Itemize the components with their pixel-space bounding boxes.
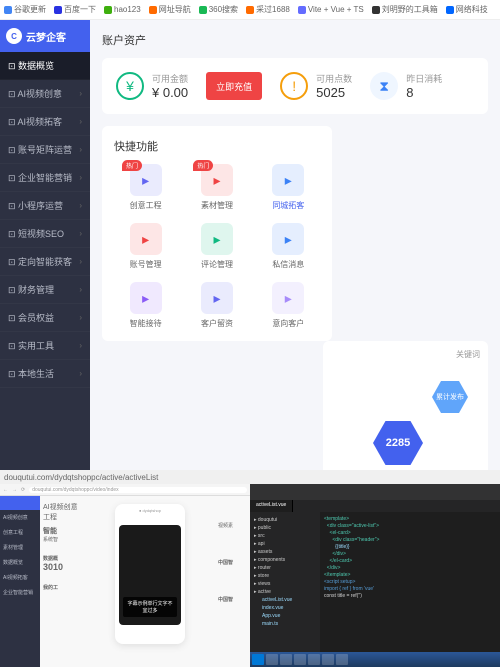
logo[interactable]: C 云梦企客 xyxy=(0,20,90,52)
quick-item[interactable]: 热门▸创意工程 xyxy=(114,164,177,211)
bookmark-item[interactable]: 百度一下 xyxy=(54,4,96,15)
bookmark-item[interactable]: 360搜索 xyxy=(199,4,238,15)
quick-item[interactable]: ▸评论管理 xyxy=(185,223,248,270)
nav-item[interactable]: ⊡ 账号矩阵运营› xyxy=(0,136,90,164)
nav-item[interactable]: ⊡ 实用工具› xyxy=(0,332,90,360)
recharge-button[interactable]: 立即充值 xyxy=(206,72,262,100)
taskbar-icon[interactable] xyxy=(266,654,278,665)
quick-item[interactable]: ▸客户留资 xyxy=(185,282,248,329)
account-title: 账户资产 xyxy=(102,32,488,48)
nav-item[interactable]: ⊡ 短视频SEO› xyxy=(0,220,90,248)
start-button[interactable] xyxy=(252,654,264,665)
quick-item[interactable]: ▸意向客户 xyxy=(257,282,320,329)
logo-icon: C xyxy=(6,28,22,44)
nav-item[interactable]: ⊡ 小程序运营› xyxy=(0,192,90,220)
quick-item[interactable]: 热门▸素材管理 xyxy=(185,164,248,211)
nav-item[interactable]: ⊡ 定向智能获客› xyxy=(0,248,90,276)
points-icon: ! xyxy=(280,72,308,100)
phone-preview: ● dydqtshop 字幕示例单行文字不宜过多 xyxy=(115,504,185,644)
points-value: 5025 xyxy=(316,85,352,100)
taskbar-icon[interactable] xyxy=(308,654,320,665)
vscode-titlebar xyxy=(250,484,500,500)
nav-item[interactable]: ⊡ 数据概览 xyxy=(0,52,90,80)
hex-cumulative: 累计发布 xyxy=(432,381,468,413)
nav-item[interactable]: ⊡ AI视频创意› xyxy=(0,80,90,108)
balance-value: ¥ 0.00 xyxy=(152,85,188,100)
quick-item[interactable]: ▸账号管理 xyxy=(114,223,177,270)
bookmark-item[interactable]: Vite + Vue + TS xyxy=(298,5,364,14)
quick-item[interactable]: ▸智能接待 xyxy=(114,282,177,329)
bookmark-item[interactable]: hao123 xyxy=(104,5,141,14)
quick-item[interactable]: ▸同城拓客 xyxy=(257,164,320,211)
bookmark-item[interactable]: 谷歌更新 xyxy=(4,4,46,15)
nav-item[interactable]: ⊡ 本地生活› xyxy=(0,360,90,388)
editor-tab[interactable]: activeList.vue xyxy=(250,500,293,512)
status-url: douqutui.com/dydqtshoppc/active/activeLi… xyxy=(0,470,500,484)
caption-preview: 字幕示例单行文字不宜过多 xyxy=(123,597,177,617)
mini-browser-bar: ←→⟳douqutui.com/dydqtshoppc/video/index xyxy=(0,484,250,496)
nav-item[interactable]: ⊡ 财务管理› xyxy=(0,276,90,304)
file-explorer[interactable]: ▸ douqutui▸ public▸ src▸ api▸ assets▸ co… xyxy=(250,512,320,652)
taskbar-icon[interactable] xyxy=(322,654,334,665)
stats-card: ¥ 可用金额 ¥ 0.00 立即充值 ! 可用点数 5025 ⧗ 昨日消耗 8 xyxy=(102,58,488,114)
sidebar: C 云梦企客 ⊡ 数据概览⊡ AI视频创意›⊡ AI视频拓客›⊡ 账号矩阵运营›… xyxy=(0,20,90,470)
mini-sidebar: AI视频创意创意工程素材管理数据概览AI视频拓客企业智能营销 xyxy=(0,496,40,667)
data-visualization: 关键词 累计发布 2285 今日发布 0 抖 小程序数量 xyxy=(323,341,488,470)
wallet-icon: ¥ xyxy=(116,72,144,100)
bookmark-item[interactable]: 网络科技 xyxy=(446,4,488,15)
hourglass-icon: ⧗ xyxy=(370,72,398,100)
taskbar-icon[interactable] xyxy=(294,654,306,665)
nav-item[interactable]: ⊡ 企业智能营销› xyxy=(0,164,90,192)
main-content: 账户资产 ¥ 可用金额 ¥ 0.00 立即充值 ! 可用点数 5025 ⧗ xyxy=(90,20,500,470)
bookmark-bar: 谷歌更新 百度一下 hao123 网址导航 360搜索 采过1688 Vite … xyxy=(0,0,500,20)
secondary-window: ←→⟳douqutui.com/dydqtshoppc/video/index … xyxy=(0,484,250,667)
quick-item[interactable]: ▸私信消息 xyxy=(257,223,320,270)
yesterday-value: 8 xyxy=(406,85,442,100)
nav-item[interactable]: ⊡ 会员权益› xyxy=(0,304,90,332)
windows-taskbar[interactable] xyxy=(250,652,500,667)
vscode-window: activeList.vue ▸ douqutui▸ public▸ src▸ … xyxy=(250,484,500,667)
taskbar-icon[interactable] xyxy=(280,654,292,665)
code-editor[interactable]: <template> <div class="active-list"> <el… xyxy=(320,512,500,652)
taskbar-icon[interactable] xyxy=(336,654,348,665)
bookmark-item[interactable]: 刘明野的工具箱 xyxy=(372,4,438,15)
quick-functions: 快捷功能 热门▸创意工程热门▸素材管理▸同城拓客▸账号管理▸评论管理▸私信消息▸… xyxy=(102,126,332,341)
hex-cumulative-val: 2285 xyxy=(373,421,423,465)
bookmark-item[interactable]: 网址导航 xyxy=(149,4,191,15)
bookmark-item[interactable]: 采过1688 xyxy=(246,4,290,15)
nav-item[interactable]: ⊡ AI视频拓客› xyxy=(0,108,90,136)
